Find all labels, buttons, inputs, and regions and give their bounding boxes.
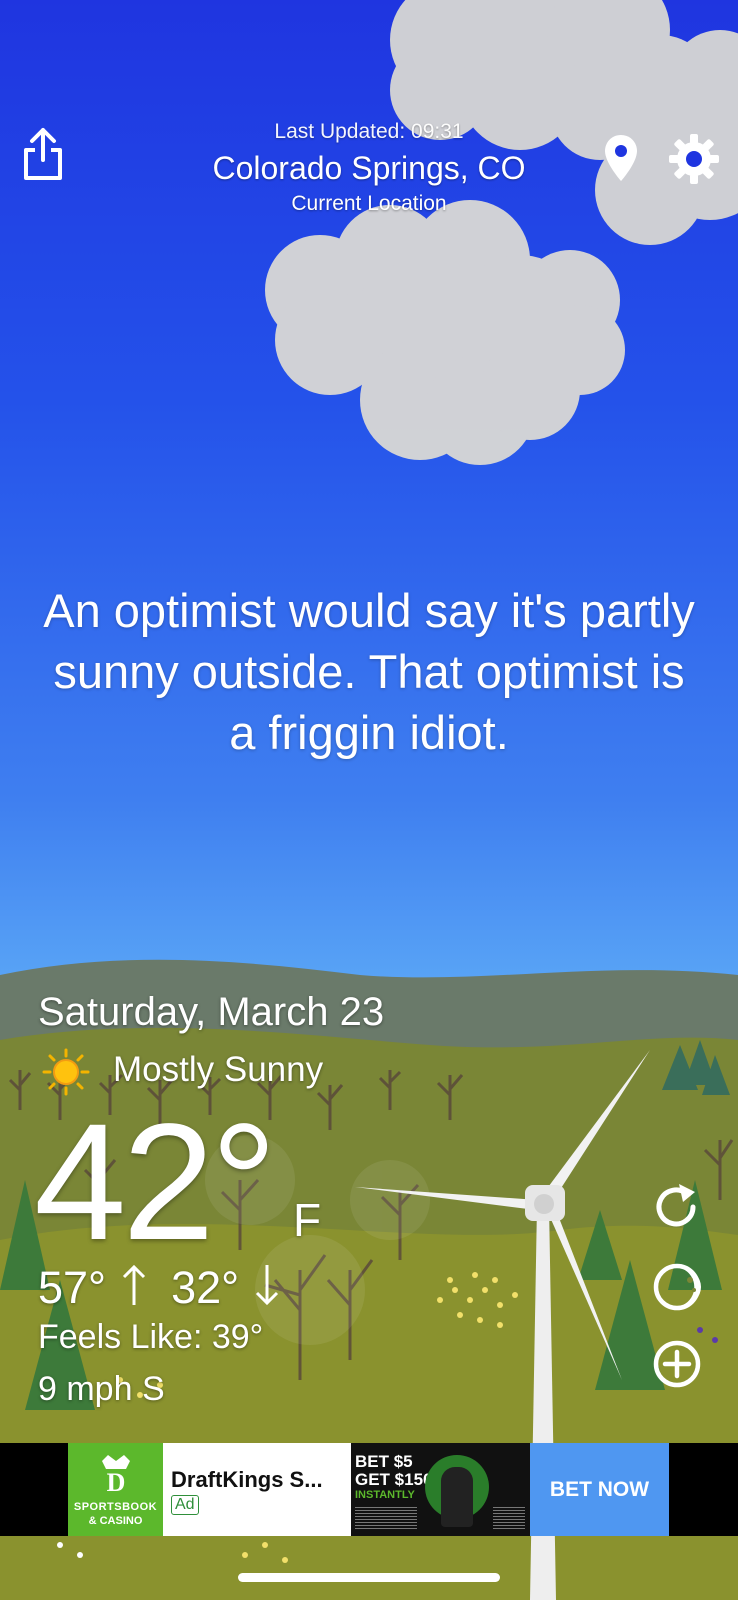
high-temp: 57°	[38, 1262, 107, 1313]
ad-person-silhouette	[441, 1467, 473, 1527]
location-label: Current Location	[291, 192, 447, 215]
ad-badge: Ad	[171, 1495, 199, 1515]
sun-icon	[42, 1048, 90, 1096]
current-temperature: 42°	[34, 1090, 277, 1275]
ad-promo-image: BET $5 GET $150 INSTANTLY	[351, 1443, 530, 1536]
ad-promo-line1: BET $5	[355, 1452, 413, 1471]
low-temp: 32°	[171, 1262, 240, 1313]
weather-quote: An optimist would say it's partly sunny …	[43, 584, 695, 759]
ad-fine-print	[355, 1507, 417, 1529]
ad-fine-print-2	[493, 1507, 525, 1529]
ad-promo-line3: INSTANTLY	[355, 1489, 415, 1501]
crown-icon: D	[102, 1455, 130, 1495]
arrow-up-icon	[122, 1264, 145, 1305]
wind-speed: 9 mph S	[38, 1370, 165, 1408]
ad-cta-button[interactable]: BET NOW	[530, 1443, 669, 1536]
arrow-down-icon	[255, 1265, 278, 1306]
gear-icon[interactable]	[668, 133, 720, 185]
high-low-temps: 57° 32°	[38, 1262, 280, 1314]
condition-text: Mostly Sunny	[113, 1050, 324, 1089]
temperature-unit[interactable]: F	[293, 1193, 321, 1247]
location-pin-icon[interactable]	[603, 133, 639, 183]
ad-title-area: DraftKings S... Ad	[163, 1443, 351, 1536]
ad-promo-line2: GET $150	[355, 1470, 433, 1489]
svg-text:D: D	[107, 1468, 126, 1495]
moon-icon[interactable]	[650, 1260, 704, 1314]
add-icon[interactable]	[650, 1337, 704, 1391]
ad-brand-line2: & CASINO	[88, 1515, 143, 1527]
feels-like: Feels Like: 39°	[38, 1318, 264, 1356]
ad-brand-logo: D SPORTSBOOK & CASINO	[68, 1443, 163, 1536]
weather-scene	[0, 0, 738, 1600]
forecast-date: Saturday, March 23	[38, 990, 385, 1034]
home-indicator[interactable]	[238, 1573, 500, 1582]
cloud-middle	[265, 200, 625, 465]
ad-brand-line1: SPORTSBOOK	[73, 1501, 158, 1513]
ad-title: DraftKings S...	[171, 1467, 323, 1492]
refresh-icon[interactable]	[649, 1180, 703, 1234]
ad-banner[interactable]: D SPORTSBOOK & CASINO DraftKings S... Ad…	[0, 1443, 738, 1536]
